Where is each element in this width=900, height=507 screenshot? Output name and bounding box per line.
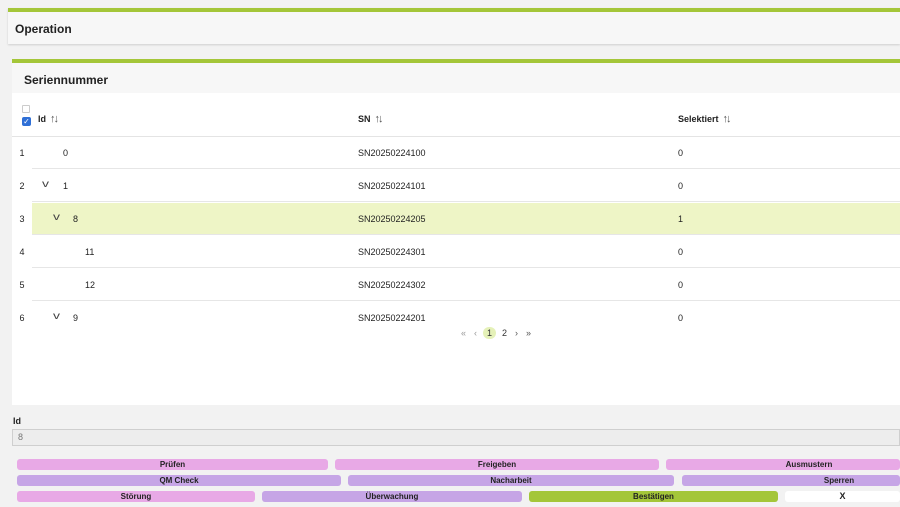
- column-label-id: Id: [38, 114, 46, 124]
- row-number: 6: [12, 302, 32, 334]
- chevron-down-icon[interactable]: v: [53, 203, 60, 233]
- sn-cell: SN20250224100: [358, 148, 426, 158]
- operation-panel: Operation: [8, 8, 900, 44]
- table-row[interactable]: 5 12 SN20250224302 0: [12, 269, 900, 301]
- ueberwachung-button[interactable]: Überwachung: [262, 491, 522, 502]
- next-page-icon[interactable]: ›: [515, 328, 518, 338]
- id-cell: 8: [73, 214, 79, 224]
- page-1-button[interactable]: 1: [483, 327, 497, 339]
- sn-cell: SN20250224301: [358, 247, 426, 257]
- sn-cell: SN20250224201: [358, 313, 426, 323]
- header-checkbox-placeholder: [22, 105, 30, 113]
- nacharbeit-button[interactable]: Nacharbeit: [348, 475, 674, 486]
- row-number: 3: [12, 203, 32, 235]
- prev-page-icon[interactable]: ‹: [474, 328, 477, 338]
- column-header-id[interactable]: Id ↑↓: [38, 113, 59, 125]
- chevron-down-icon[interactable]: v: [53, 302, 60, 332]
- sn-cell: SN20250224101: [358, 181, 426, 191]
- table-row-selected[interactable]: 3 v 8 SN20250224205 1: [12, 203, 900, 235]
- id-field[interactable]: 8: [12, 429, 900, 446]
- table-row[interactable]: 4 11 SN20250224301 0: [12, 236, 900, 268]
- page-2-button[interactable]: 2: [502, 328, 507, 338]
- row-number: 1: [12, 137, 32, 169]
- sn-cell: SN20250224205: [358, 214, 426, 224]
- stoerung-button[interactable]: Störung: [17, 491, 255, 502]
- freigeben-button[interactable]: Freigeben: [335, 459, 659, 470]
- bestaetigen-button[interactable]: Bestätigen: [529, 491, 778, 502]
- table-header: ✓ Id ↑↓ SN ↑↓ Selektiert ↑↓: [12, 97, 900, 137]
- selected-cell: 0: [678, 148, 684, 158]
- select-all-checkbox[interactable]: ✓: [22, 117, 31, 126]
- sort-icon[interactable]: ↑↓: [50, 113, 59, 125]
- id-cell: 1: [63, 181, 69, 191]
- column-header-sn[interactable]: SN ↑↓: [358, 113, 384, 125]
- sort-icon[interactable]: ↑↓: [375, 113, 384, 125]
- row-number: 4: [12, 236, 32, 268]
- column-label-sn: SN: [358, 114, 371, 124]
- id-field-label: Id: [13, 416, 21, 426]
- column-header-selected[interactable]: Selektiert ↑↓: [678, 113, 732, 125]
- serial-panel-header: Seriennummer: [12, 63, 900, 93]
- id-cell: 12: [85, 280, 96, 290]
- table-row[interactable]: 2 v 1 SN20250224101 0: [12, 170, 900, 202]
- selected-cell: 1: [678, 214, 684, 224]
- selected-cell: 0: [678, 280, 684, 290]
- selected-cell: 0: [678, 181, 684, 191]
- sn-cell: SN20250224302: [358, 280, 426, 290]
- operation-title: Operation: [15, 22, 72, 36]
- id-cell: 0: [63, 148, 69, 158]
- table-row[interactable]: 6 v 9 SN20250224201 0: [12, 302, 900, 334]
- pruefen-button[interactable]: Prüfen: [17, 459, 328, 470]
- sperren-button[interactable]: Sperren: [682, 475, 900, 486]
- column-label-selected: Selektiert: [678, 114, 719, 124]
- selected-cell: 0: [678, 247, 684, 257]
- close-button[interactable]: X: [785, 491, 900, 502]
- qm-check-button[interactable]: QM Check: [17, 475, 341, 486]
- serial-number-panel: Seriennummer ✓ Id ↑↓ SN ↑↓ Selektiert ↑↓…: [12, 59, 900, 405]
- row-number: 2: [12, 170, 32, 202]
- first-page-icon[interactable]: «: [461, 328, 466, 338]
- chevron-down-icon[interactable]: v: [42, 170, 49, 200]
- selected-cell: 0: [678, 313, 684, 323]
- ausmustern-button[interactable]: Ausmustern: [666, 459, 900, 470]
- id-cell: 9: [73, 313, 79, 323]
- last-page-icon[interactable]: »: [526, 328, 531, 338]
- sort-icon[interactable]: ↑↓: [723, 113, 732, 125]
- pagination: « ‹ 1 2 › »: [457, 327, 535, 339]
- id-cell: 11: [85, 247, 95, 257]
- row-number: 5: [12, 269, 32, 301]
- table-row[interactable]: 1 0 SN20250224100 0: [12, 137, 900, 169]
- serial-panel-title: Seriennummer: [24, 73, 109, 87]
